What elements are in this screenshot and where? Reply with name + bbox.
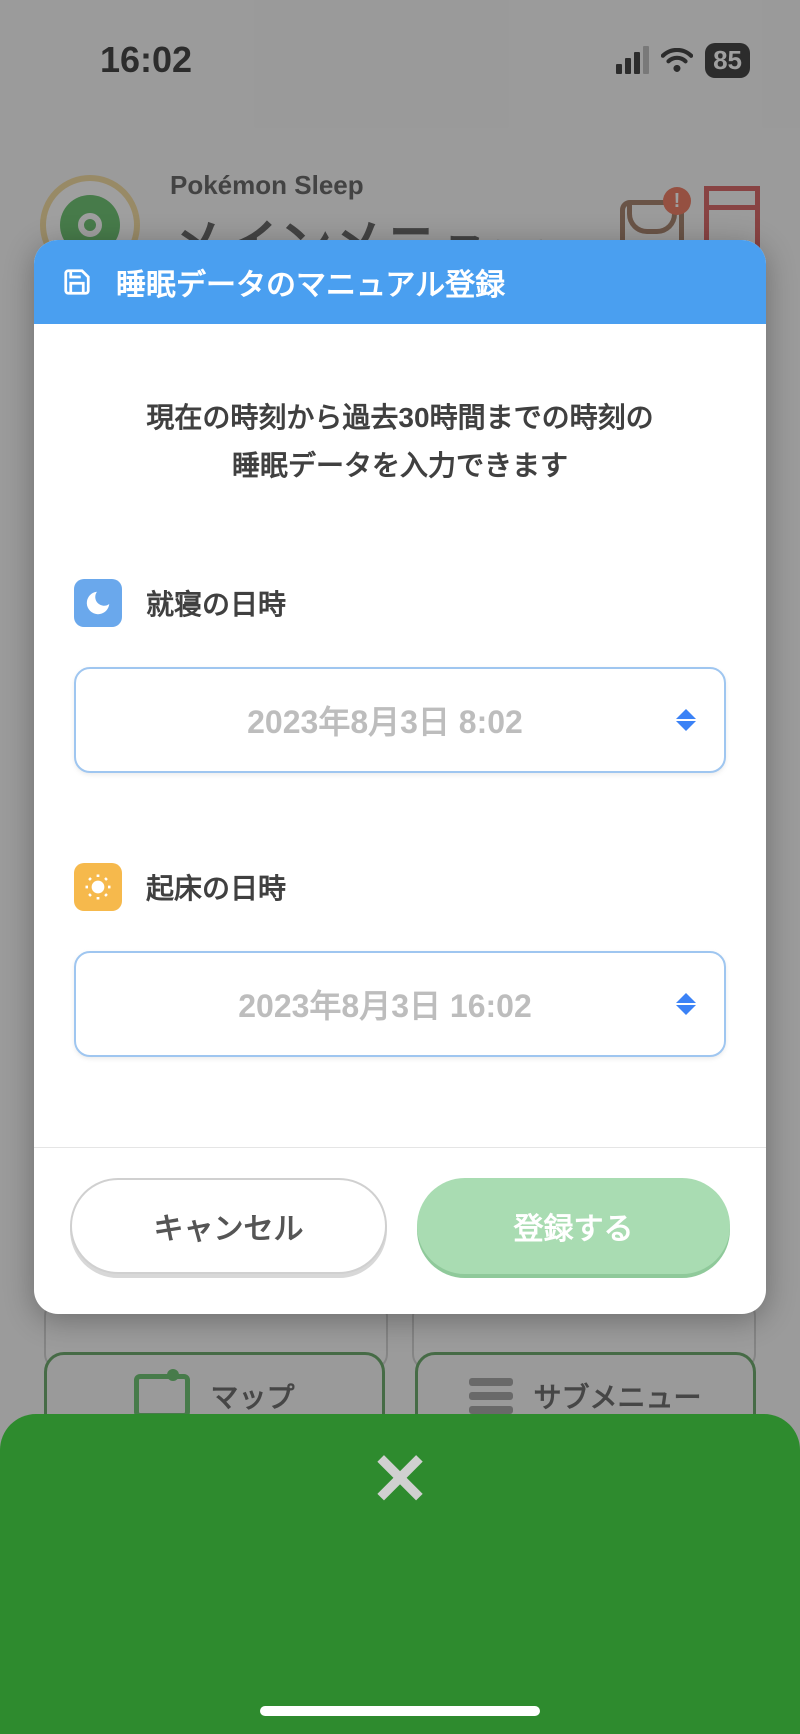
picker-stepper-icon xyxy=(676,993,696,1015)
modal-body: 現在の時刻から過去30時間までの時刻の 睡眠データを入力できます 就寝の日時 2… xyxy=(34,324,766,1147)
bedtime-field: 就寝の日時 2023年8月3日 8:02 xyxy=(74,579,726,773)
modal-footer: キャンセル 登録する xyxy=(34,1147,766,1314)
info-line-2: 睡眠データを入力できます xyxy=(74,442,726,490)
manual-sleep-entry-modal: 睡眠データのマニュアル登録 現在の時刻から過去30時間までの時刻の 睡眠データを… xyxy=(34,240,766,1314)
save-icon xyxy=(62,267,92,297)
close-icon: ✕ xyxy=(370,1444,430,1516)
modal-header: 睡眠データのマニュアル登録 xyxy=(34,240,766,324)
picker-stepper-icon xyxy=(676,709,696,731)
bedtime-value: 2023年8月3日 8:02 xyxy=(247,697,523,743)
bedtime-label-row: 就寝の日時 xyxy=(74,579,726,627)
bedtime-label: 就寝の日時 xyxy=(146,583,286,623)
submit-button[interactable]: 登録する xyxy=(417,1178,730,1274)
info-line-1: 現在の時刻から過去30時間までの時刻の xyxy=(74,394,726,442)
wakeup-picker[interactable]: 2023年8月3日 16:02 xyxy=(74,951,726,1057)
modal-title: 睡眠データのマニュアル登録 xyxy=(116,260,505,304)
wakeup-label: 起床の日時 xyxy=(146,867,286,907)
sun-icon xyxy=(74,863,122,911)
modal-info-text: 現在の時刻から過去30時間までの時刻の 睡眠データを入力できます xyxy=(74,394,726,489)
close-bar[interactable]: ✕ xyxy=(0,1414,800,1734)
home-indicator[interactable] xyxy=(260,1706,540,1716)
wakeup-label-row: 起床の日時 xyxy=(74,863,726,911)
wakeup-value: 2023年8月3日 16:02 xyxy=(238,981,532,1027)
cancel-button[interactable]: キャンセル xyxy=(70,1178,387,1274)
moon-icon xyxy=(74,579,122,627)
wakeup-field: 起床の日時 2023年8月3日 16:02 xyxy=(74,863,726,1057)
bedtime-picker[interactable]: 2023年8月3日 8:02 xyxy=(74,667,726,773)
